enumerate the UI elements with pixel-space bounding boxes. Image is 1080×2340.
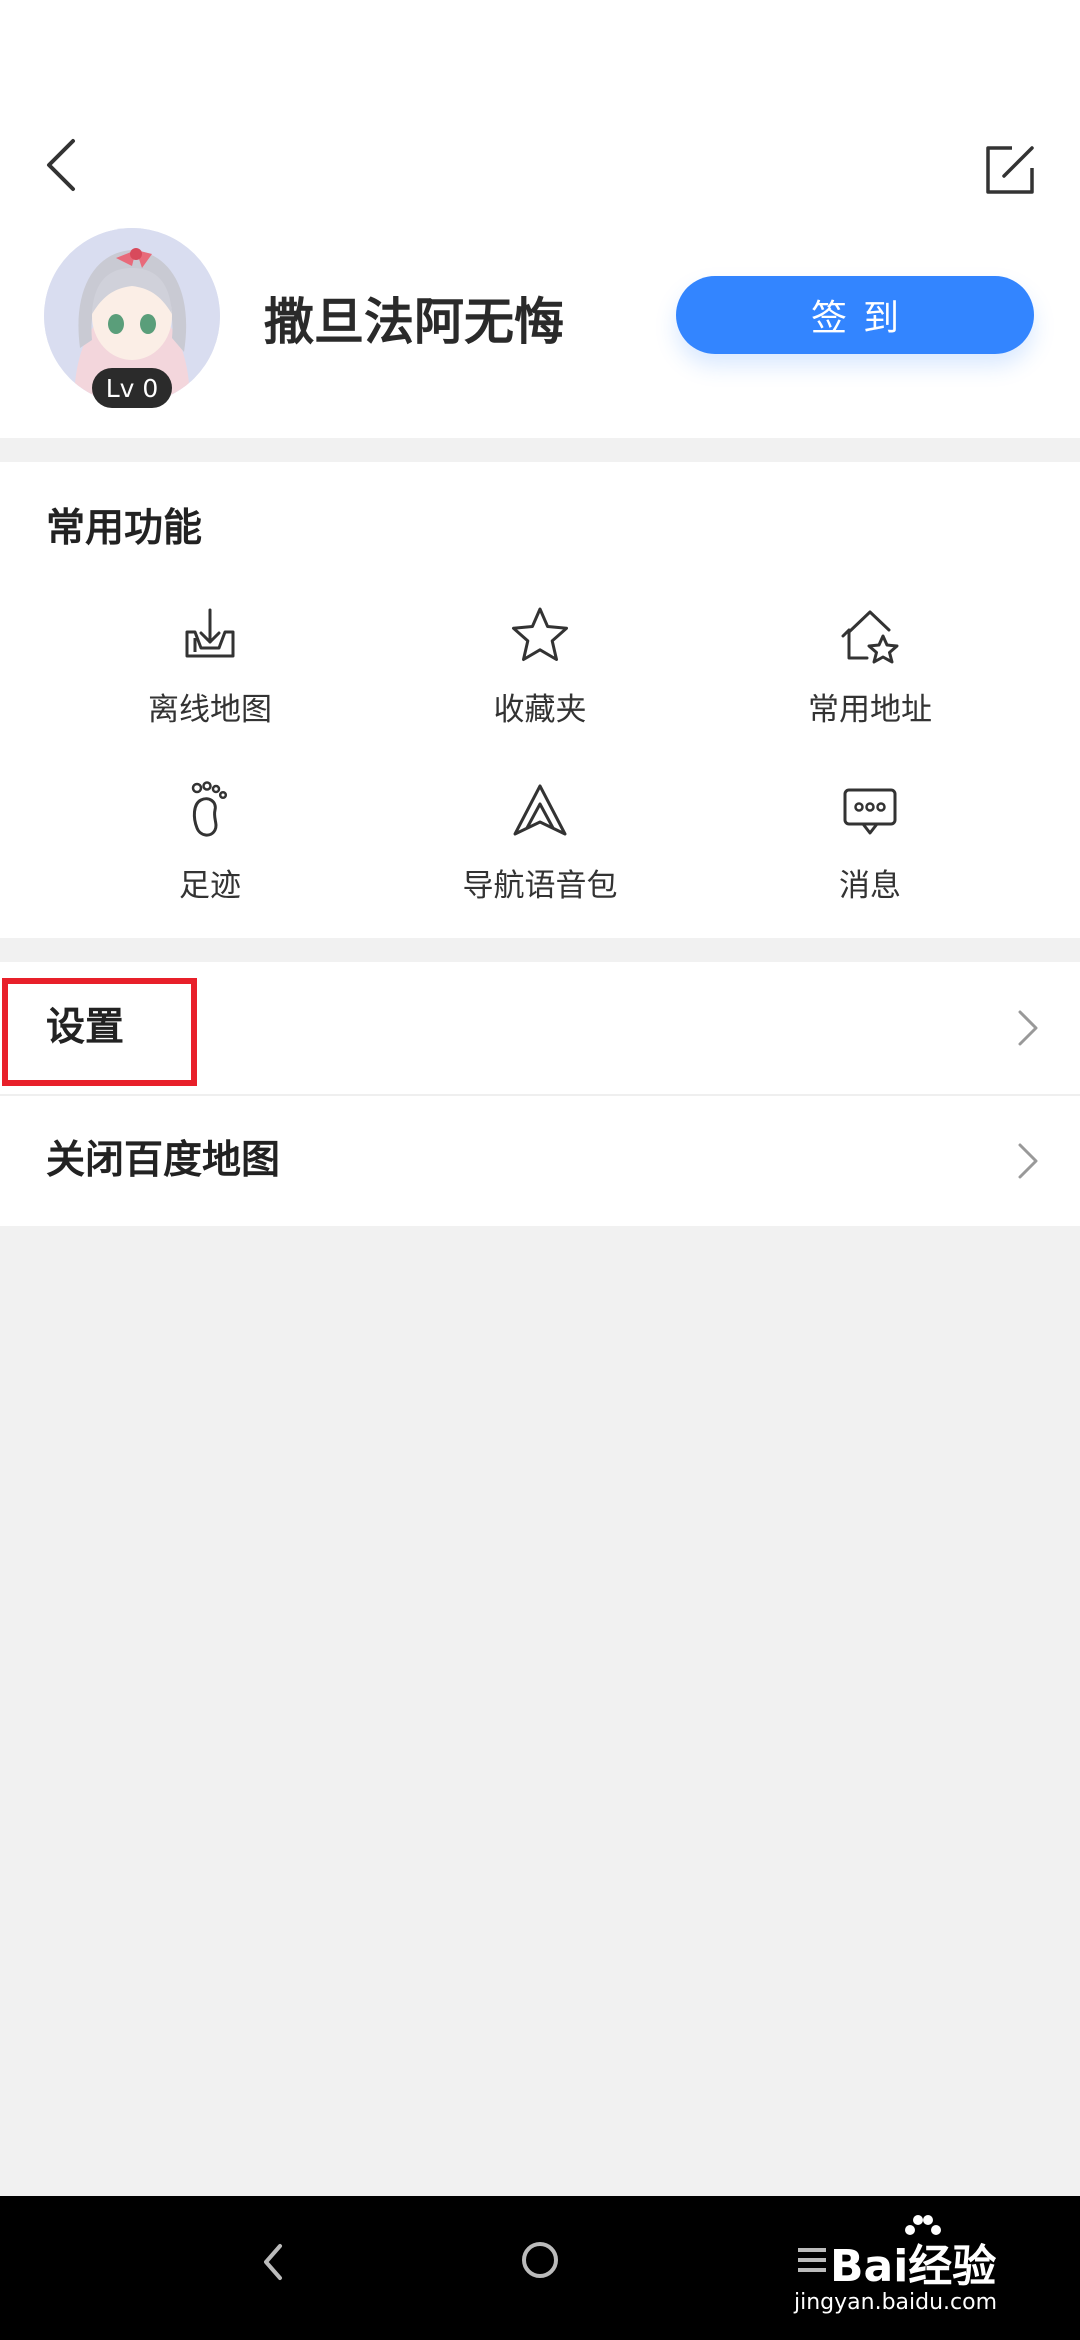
chevron-right-icon <box>1018 1010 1038 1046</box>
highlight-box <box>2 978 197 1086</box>
avatar-container[interactable]: Lv 0 <box>44 228 220 418</box>
chevron-right-icon <box>1018 1143 1038 1179</box>
menu-item-close-baidu-map[interactable]: 关闭百度地图 <box>0 1095 1080 1226</box>
feature-offline-map[interactable]: 离线地图 <box>60 602 360 752</box>
home-star-icon <box>841 610 899 664</box>
section-title: 常用功能 <box>46 506 203 551</box>
feature-footprint[interactable]: 足迹 <box>60 778 360 928</box>
feature-label: 常用地址 <box>808 692 932 728</box>
signin-button[interactable]: 签到 <box>676 276 1034 354</box>
menu-divider <box>0 1094 1080 1096</box>
watermark-url: jingyan.baidu.com <box>794 2290 998 2315</box>
nav-back-icon[interactable] <box>254 2232 290 2292</box>
feature-favorites[interactable]: 收藏夹 <box>390 602 690 752</box>
back-arrow-icon <box>47 139 75 191</box>
watermark: Bai经验 jingyan.baidu.com <box>790 2212 1080 2340</box>
message-icon <box>843 788 897 835</box>
feature-label: 导航语音包 <box>462 868 618 904</box>
feature-label: 收藏夹 <box>493 692 587 728</box>
paw-icon <box>905 2215 941 2235</box>
feature-common-address[interactable]: 常用地址 <box>720 602 1020 752</box>
offline-map-download-icon <box>185 608 235 658</box>
footprint-icon <box>191 781 228 837</box>
feature-label: 消息 <box>839 868 901 904</box>
edit-button[interactable] <box>970 130 1050 210</box>
back-button[interactable] <box>30 125 92 205</box>
level-badge: Lv 0 <box>92 368 172 408</box>
feature-label: 离线地图 <box>148 692 272 728</box>
edit-icon <box>986 146 1034 194</box>
navigation-arrow-icon <box>513 784 567 836</box>
feature-messages[interactable]: 消息 <box>720 778 1020 928</box>
nav-home-icon[interactable] <box>516 2236 564 2284</box>
user-name[interactable]: 撒旦法阿无悔 <box>264 282 564 354</box>
feature-label: 足迹 <box>179 868 241 904</box>
star-icon <box>512 607 568 661</box>
feature-voice-pack[interactable]: 导航语音包 <box>390 778 690 928</box>
menu-item-label: 关闭百度地图 <box>46 1138 281 1183</box>
